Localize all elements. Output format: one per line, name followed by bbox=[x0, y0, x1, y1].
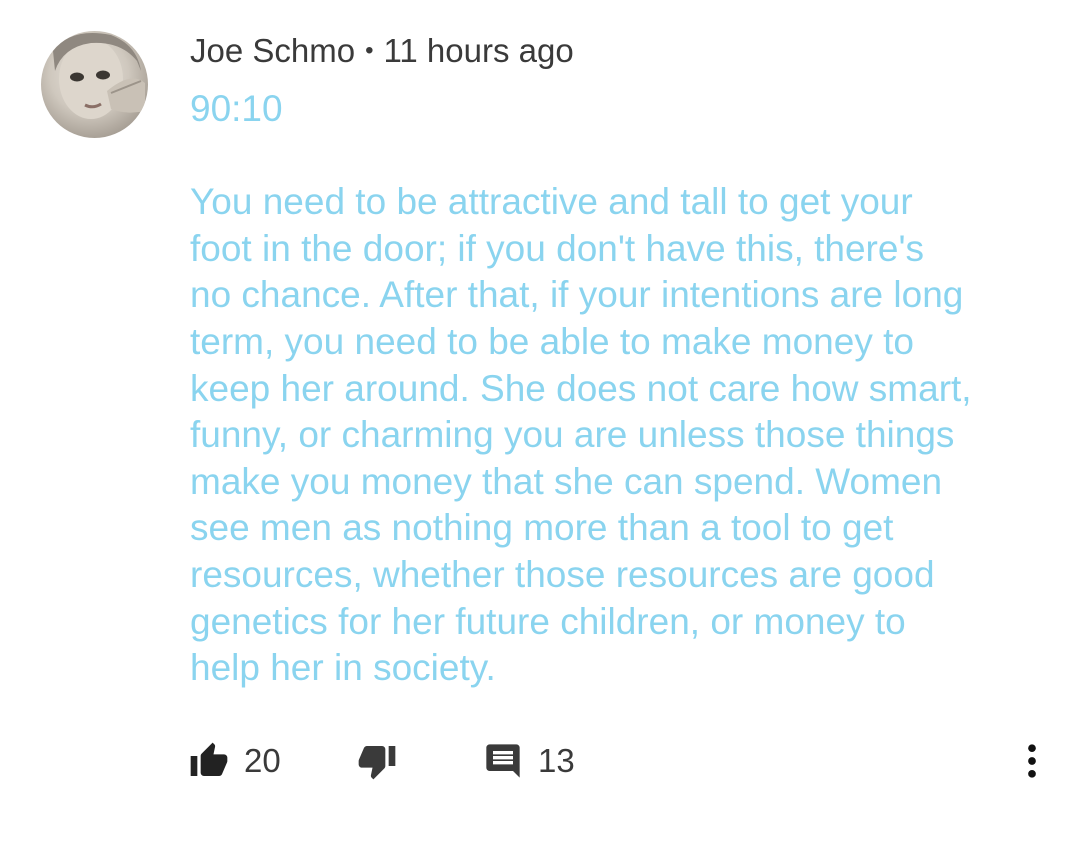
reply-button[interactable]: 13 bbox=[482, 736, 575, 786]
dislike-button[interactable] bbox=[356, 736, 398, 786]
comment-line: 90:10 bbox=[190, 88, 283, 129]
thumbs-up-icon bbox=[190, 742, 228, 776]
like-count: 20 bbox=[244, 742, 281, 779]
comment-meta: Joe Schmo • 11 hours ago bbox=[190, 32, 574, 70]
comment-line: keep her around. She does not care how s… bbox=[190, 367, 972, 409]
avatar-photo-icon bbox=[53, 33, 145, 119]
comment-line: genetics for her future children, or mon… bbox=[190, 600, 906, 642]
comment-line: You need to be attractive and tall to ge… bbox=[190, 181, 913, 223]
comment-text: 90:10 You need to be attractive and tall… bbox=[190, 86, 1050, 692]
comment-line: help her in society. bbox=[190, 647, 496, 689]
paragraph-break bbox=[190, 133, 1050, 180]
comment-line: no chance. After that, if your intention… bbox=[190, 274, 964, 316]
meta-separator: • bbox=[365, 37, 374, 64]
comment-line: see men as nothing more than a tool to g… bbox=[190, 507, 894, 549]
author-avatar[interactable] bbox=[41, 31, 148, 138]
comment-card: Joe Schmo • 11 hours ago 90:10 You need to… bbox=[0, 0, 1080, 865]
comment-line: funny, or charming you are unless those … bbox=[190, 414, 955, 456]
comment-line: make you money that she can spend. Women bbox=[190, 460, 943, 502]
comment-time: 11 hours ago bbox=[383, 32, 574, 69]
more-options-button[interactable] bbox=[1010, 736, 1054, 786]
author-name[interactable]: Joe Schmo bbox=[190, 32, 355, 69]
comment-line: foot in the door; if you don't have this… bbox=[190, 227, 925, 269]
reply-count: 13 bbox=[538, 742, 575, 779]
comment-line: resources, whether those resources are g… bbox=[190, 553, 935, 595]
like-button[interactable]: 20 bbox=[188, 736, 281, 786]
more-vert-icon bbox=[1028, 744, 1036, 778]
comment-actions: 20 13 bbox=[188, 736, 1068, 786]
comment-line: term, you need to be able to make money … bbox=[190, 320, 914, 362]
comment-icon bbox=[486, 744, 520, 778]
thumbs-down-icon bbox=[358, 746, 396, 780]
